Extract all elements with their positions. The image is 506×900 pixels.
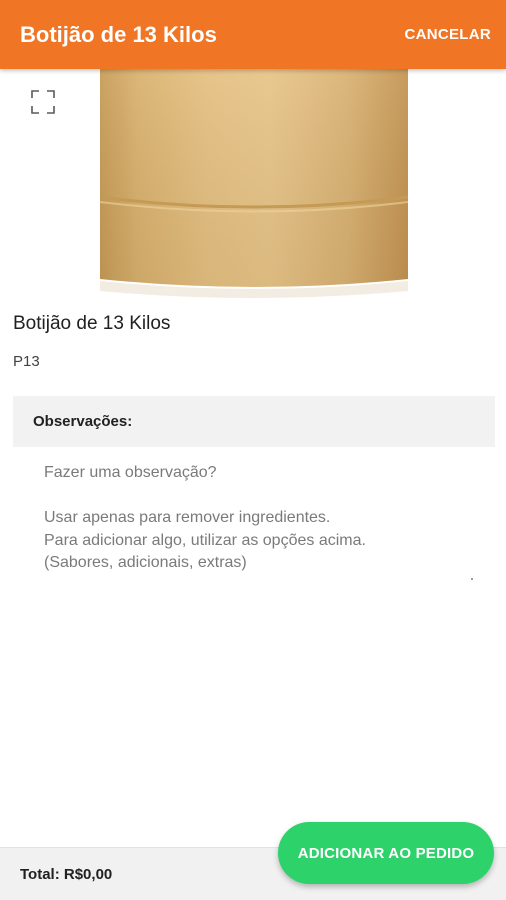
observations-header: Observações:	[13, 396, 495, 447]
observations-input[interactable]	[13, 449, 495, 599]
textarea-resize-handle	[471, 578, 473, 580]
product-code: P13	[13, 353, 40, 370]
observations-label: Observações:	[33, 413, 133, 430]
product-image	[0, 69, 506, 299]
app-bar: Botijão de 13 Kilos CANCELAR	[0, 0, 506, 69]
fullscreen-icon[interactable]	[30, 89, 56, 115]
page-title: Botijão de 13 Kilos	[20, 22, 217, 47]
product-name: Botijão de 13 Kilos	[13, 313, 171, 334]
gas-cylinder-image	[99, 69, 409, 298]
cancel-button[interactable]: CANCELAR	[404, 26, 491, 43]
add-to-order-button[interactable]: ADICIONAR AO PEDIDO	[278, 822, 494, 884]
order-total: Total: R$0,00	[20, 866, 113, 883]
